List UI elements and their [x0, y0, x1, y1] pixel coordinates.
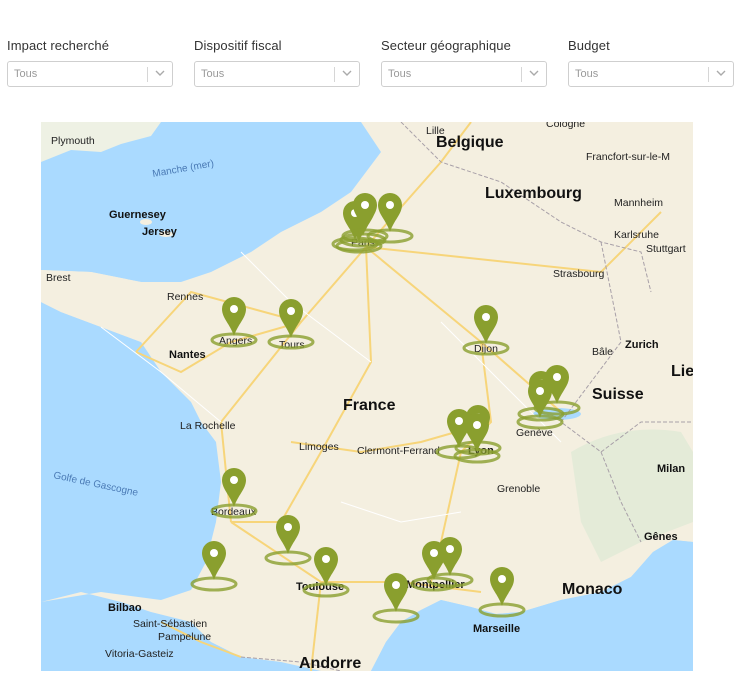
city-nantes: Nantes: [169, 349, 206, 361]
city-plymouth: Plymouth: [51, 135, 95, 147]
chevron-down-icon[interactable]: [715, 66, 727, 80]
secteur-select-value: Tous: [388, 68, 412, 80]
filter-dispositif: Dispositif fiscal Tous: [194, 38, 360, 87]
filter-dispositif-label: Dispositif fiscal: [194, 38, 282, 53]
pin-dot: [284, 523, 292, 531]
select-separator: [334, 67, 335, 82]
city-karlsruhe: Karlsruhe: [614, 229, 659, 241]
filter-bar: Impact recherché Tous Dispositif fiscal …: [0, 0, 749, 110]
city-cologne: Cologne: [546, 122, 585, 130]
city-genes: Gênes: [644, 531, 678, 543]
filter-impact-label: Impact recherché: [7, 38, 110, 53]
city-stuttgart: Stuttgart: [646, 243, 686, 255]
city-rennes: Rennes: [167, 291, 203, 303]
country-france: France: [343, 397, 396, 414]
dispositif-select[interactable]: Tous: [194, 61, 360, 87]
city-mannheim: Mannheim: [614, 197, 663, 209]
pin-dot: [386, 201, 394, 209]
filter-impact: Impact recherché Tous: [7, 38, 173, 87]
pin-dot: [536, 387, 544, 395]
budget-select[interactable]: Tous: [568, 61, 734, 87]
country-luxembourg: Luxembourg: [485, 185, 582, 202]
label-jersey: Jersey: [142, 226, 178, 238]
pin-dot: [553, 373, 561, 381]
pin-dot: [446, 545, 454, 553]
filter-secteur: Secteur géographique Tous: [381, 38, 547, 87]
city-lille: Lille: [426, 125, 445, 137]
city-bale: Bâle: [592, 346, 613, 358]
pin-dot: [455, 417, 463, 425]
country-belgique: Belgique: [436, 134, 504, 151]
pin-dot: [430, 549, 438, 557]
select-separator: [147, 67, 148, 82]
city-brest: Brest: [46, 272, 71, 284]
filter-budget: Budget Tous: [568, 38, 734, 87]
impact-select[interactable]: Tous: [7, 61, 173, 87]
city-grenoble: Grenoble: [497, 483, 540, 495]
city-milan: Milan: [657, 463, 685, 475]
city-saint-sebastien: Saint-Sébastien: [133, 618, 207, 630]
city-clermont-ferrand: Clermont-Ferrand: [357, 445, 440, 457]
map-canvas[interactable]: Belgique Luxembourg France Suisse Monaco…: [41, 122, 693, 671]
chevron-down-icon[interactable]: [154, 66, 166, 80]
chevron-down-icon[interactable]: [528, 66, 540, 80]
pin-dot: [498, 575, 506, 583]
pin-dot: [230, 305, 238, 313]
city-bilbao: Bilbao: [108, 602, 142, 614]
pin-dot: [210, 549, 218, 557]
city-limoges: Limoges: [299, 441, 339, 453]
country-suisse: Suisse: [592, 386, 644, 403]
dispositif-select-value: Tous: [201, 68, 225, 80]
map-view[interactable]: Belgique Luxembourg France Suisse Monaco…: [41, 122, 693, 671]
pin-dot: [230, 476, 238, 484]
city-zurich: Zurich: [625, 339, 659, 351]
select-separator: [521, 67, 522, 82]
pin-dot: [361, 201, 369, 209]
filter-secteur-label: Secteur géographique: [381, 38, 511, 53]
pin-dot: [392, 581, 400, 589]
secteur-select[interactable]: Tous: [381, 61, 547, 87]
filter-budget-label: Budget: [568, 38, 610, 53]
pin-dot: [322, 555, 330, 563]
pin-dot: [287, 307, 295, 315]
city-vitoria-gasteiz: Vitoria-Gasteiz: [105, 648, 174, 660]
impact-select-value: Tous: [14, 68, 38, 80]
city-pampelune: Pampelune: [158, 631, 211, 643]
city-strasbourg: Strasbourg: [553, 268, 605, 280]
pin-dot: [473, 421, 481, 429]
country-monaco: Monaco: [562, 581, 623, 598]
chevron-down-icon[interactable]: [341, 66, 353, 80]
city-marseille: Marseille: [473, 623, 520, 635]
city-la-rochelle: La Rochelle: [180, 420, 236, 432]
country-liechtenstein: Lie: [671, 363, 693, 380]
label-guernesey: Guernesey: [109, 209, 167, 221]
select-separator: [708, 67, 709, 82]
budget-select-value: Tous: [575, 68, 599, 80]
pin-dot: [482, 313, 490, 321]
city-francfort: Francfort-sur-le-M: [586, 151, 670, 163]
country-andorre: Andorre: [299, 655, 361, 671]
